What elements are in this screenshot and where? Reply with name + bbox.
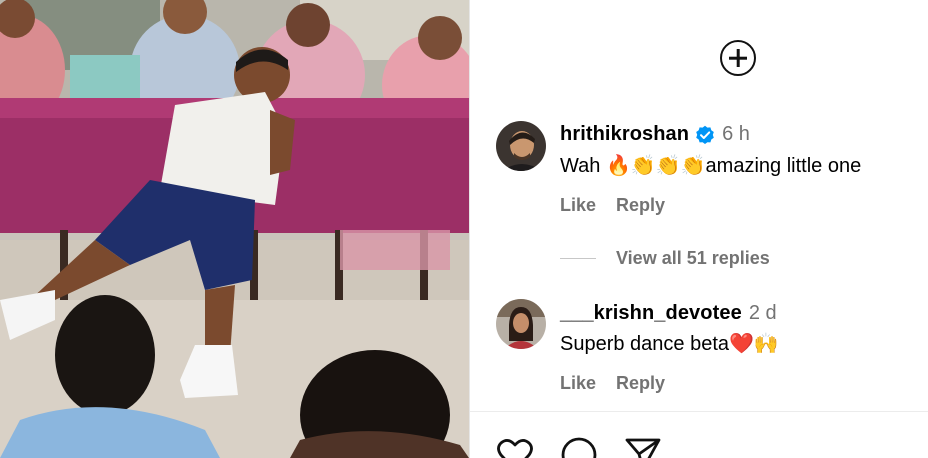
comment-username[interactable]: ___krishn_devotee	[560, 302, 742, 325]
comments-panel: hrithikroshan 6 h Wah 🔥👏👏👏amazing little…	[470, 0, 928, 458]
avatar-image	[496, 121, 546, 171]
post-video[interactable]	[0, 0, 469, 458]
plus-circle-icon[interactable]	[720, 40, 756, 76]
like-button[interactable]: Like	[560, 373, 596, 393]
reply-button[interactable]: Reply	[616, 373, 665, 393]
view-replies-label: View all 51 replies	[616, 248, 770, 268]
heart-icon[interactable]	[496, 436, 534, 458]
comment-text: Superb dance beta❤️🙌	[560, 333, 779, 355]
video-frame	[0, 0, 469, 458]
avatar[interactable]	[496, 121, 546, 171]
comment-icon[interactable]	[560, 436, 598, 458]
comment-time[interactable]: 6 h	[722, 123, 750, 146]
share-icon[interactable]	[624, 436, 662, 458]
verified-badge-icon	[695, 125, 715, 145]
replies-line	[560, 258, 596, 259]
reply-button[interactable]: Reply	[616, 195, 665, 215]
view-replies-button[interactable]: View all 51 replies	[560, 248, 770, 269]
comment-header: ___krishn_devotee 2 d	[560, 302, 777, 325]
post-viewer: hrithikroshan 6 h Wah 🔥👏👏👏amazing little…	[0, 0, 928, 458]
comment-username[interactable]: hrithikroshan	[560, 123, 689, 146]
action-bar-divider	[470, 411, 928, 412]
like-button[interactable]: Like	[560, 195, 596, 215]
comment-actions: Like Reply	[560, 195, 665, 216]
avatar[interactable]	[496, 299, 546, 349]
comment-header: hrithikroshan 6 h	[560, 123, 750, 146]
avatar-image	[496, 299, 546, 349]
comment-text: Wah 🔥👏👏👏amazing little one	[560, 155, 862, 177]
comment-actions: Like Reply	[560, 373, 665, 394]
comment-time[interactable]: 2 d	[749, 302, 777, 325]
